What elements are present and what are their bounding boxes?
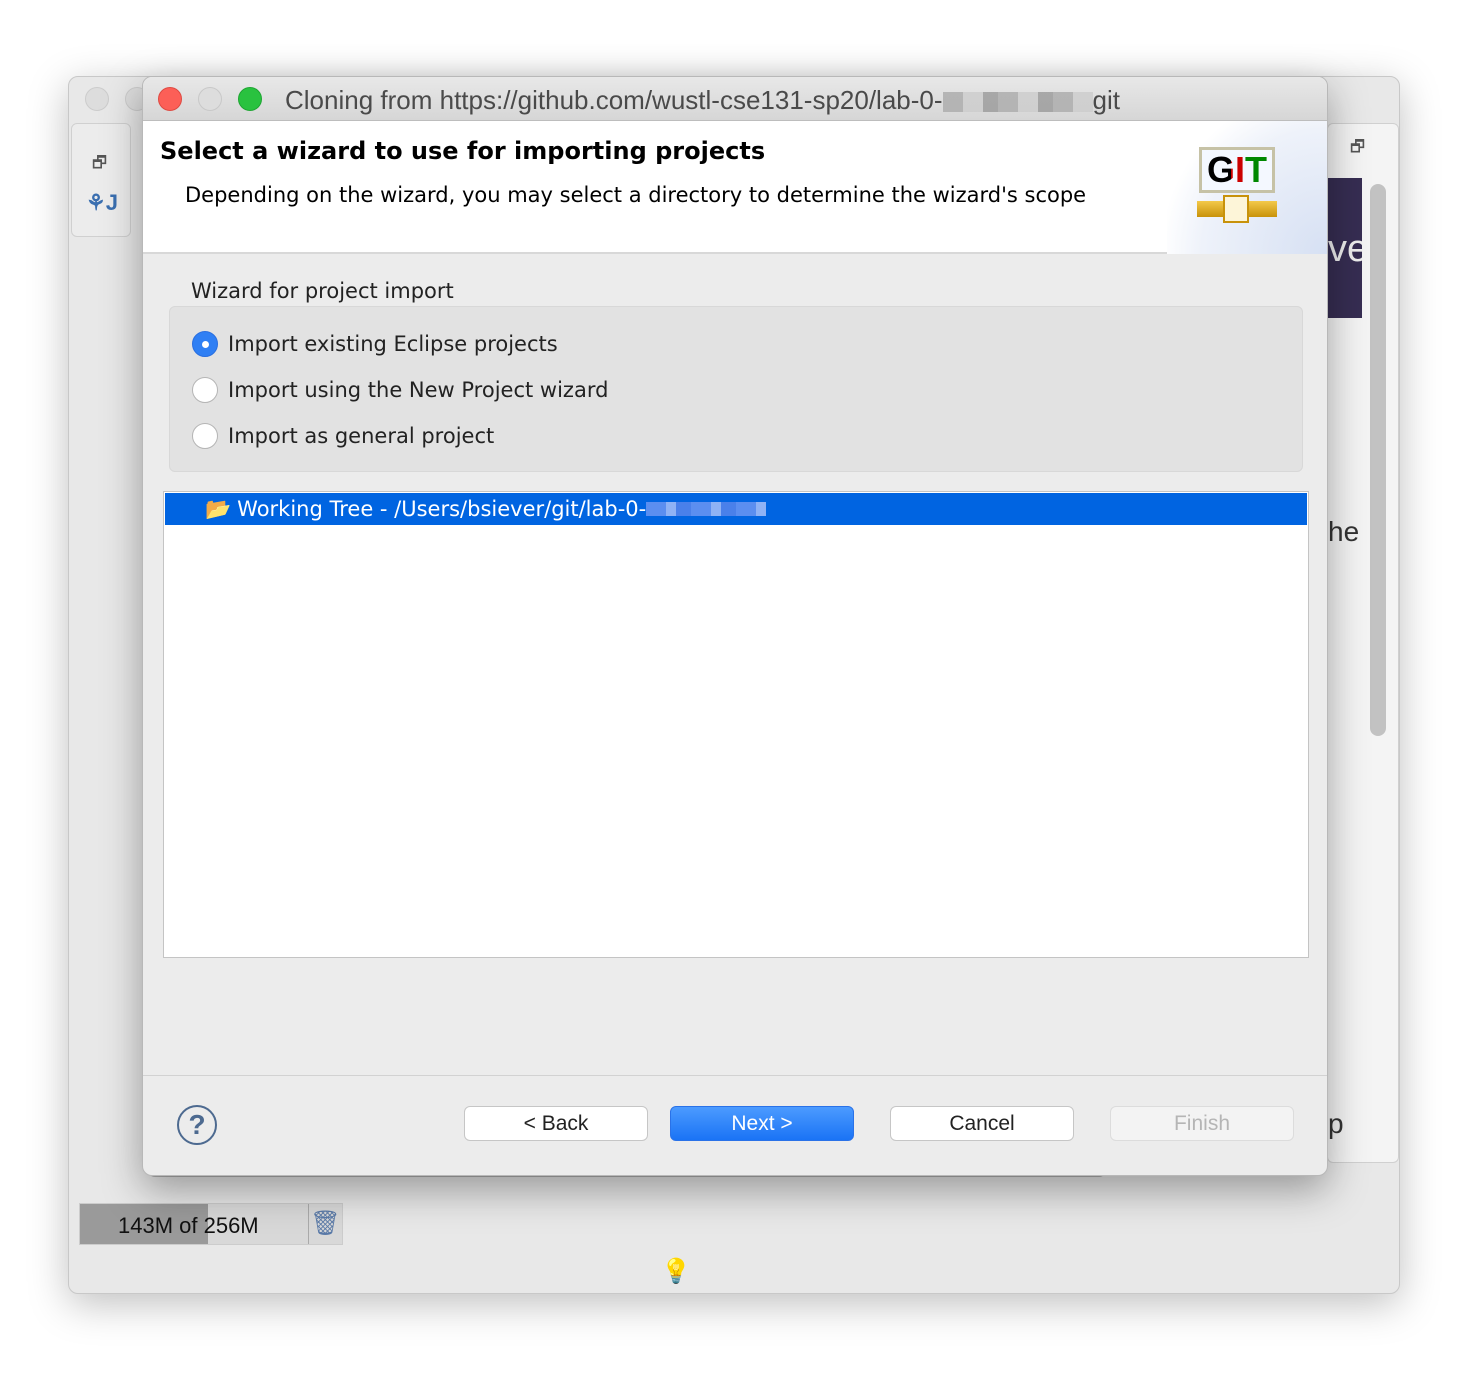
wizard-radio-group: Import existing Eclipse projects Import … (169, 306, 1303, 472)
next-button[interactable]: Next > (670, 1106, 854, 1141)
memory-indicator: 143M of 256M 🗑 (79, 1203, 343, 1245)
radio-import-existing[interactable]: Import existing Eclipse projects (192, 331, 558, 357)
radio-label: Import as general project (228, 424, 495, 448)
welcome-banner: ve (1328, 178, 1362, 318)
radio-label: Import existing Eclipse projects (228, 332, 558, 356)
background-text: he (1328, 516, 1360, 547)
right-panel: 🗗 ve he p (1327, 123, 1399, 1163)
project-tree[interactable]: 📂 Working Tree - /Users/bsiever/git/lab-0… (163, 491, 1309, 958)
import-wizard-dialog: Cloning from https://github.com/wustl-cs… (142, 76, 1328, 1176)
help-icon[interactable]: ? (177, 1105, 217, 1145)
tree-item-label: Working Tree - /Users/bsiever/git/lab-0- (237, 497, 647, 521)
cancel-button[interactable]: Cancel (890, 1106, 1074, 1141)
radio-button[interactable] (192, 423, 218, 449)
page-title: Select a wizard to use for importing pro… (160, 137, 766, 165)
group-label: Wizard for project import (191, 279, 454, 303)
zoom-button[interactable] (238, 87, 262, 111)
footer-divider (143, 1075, 1327, 1076)
radio-new-project-wizard[interactable]: Import using the New Project wizard (192, 377, 608, 403)
left-toolbar: 🗗 ⚘J (71, 123, 131, 237)
git-connector-icon (1223, 195, 1249, 223)
minimize-button[interactable] (198, 87, 222, 111)
close-button[interactable] (158, 87, 182, 111)
background-text: p (1328, 1108, 1344, 1139)
scrollbar[interactable] (1370, 184, 1386, 736)
trash-icon[interactable]: 🗑 (308, 1204, 342, 1244)
memory-text: 143M of 256M (118, 1213, 259, 1238)
banner-text: ve (1328, 228, 1362, 270)
back-button[interactable]: < Back (464, 1106, 648, 1141)
title-bar: Cloning from https://github.com/wustl-cs… (143, 77, 1327, 121)
git-logo-icon: GIT (1199, 147, 1275, 193)
restore-icon[interactable]: 🗗 (1350, 136, 1365, 163)
window-title: Cloning from https://github.com/wustl-cs… (285, 85, 1120, 115)
folder-open-icon: 📂 (205, 496, 232, 521)
tree-item-working-tree[interactable]: 📂 Working Tree - /Users/bsiever/git/lab-0… (165, 493, 1307, 525)
finish-button[interactable]: Finish (1110, 1106, 1294, 1141)
lightbulb-icon[interactable]: 💡 (661, 1257, 691, 1286)
radio-label: Import using the New Project wizard (228, 378, 609, 402)
radio-general-project[interactable]: Import as general project (192, 423, 494, 449)
page-description: Depending on the wizard, you may select … (185, 183, 1087, 207)
restore-icon[interactable]: 🗗 (92, 152, 107, 179)
radio-button[interactable] (192, 377, 218, 403)
java-perspective-icon[interactable]: ⚘J (86, 190, 118, 216)
wizard-header: Select a wizard to use for importing pro… (143, 121, 1327, 254)
radio-button-selected[interactable] (192, 331, 218, 357)
close-button-inactive[interactable] (85, 87, 109, 111)
